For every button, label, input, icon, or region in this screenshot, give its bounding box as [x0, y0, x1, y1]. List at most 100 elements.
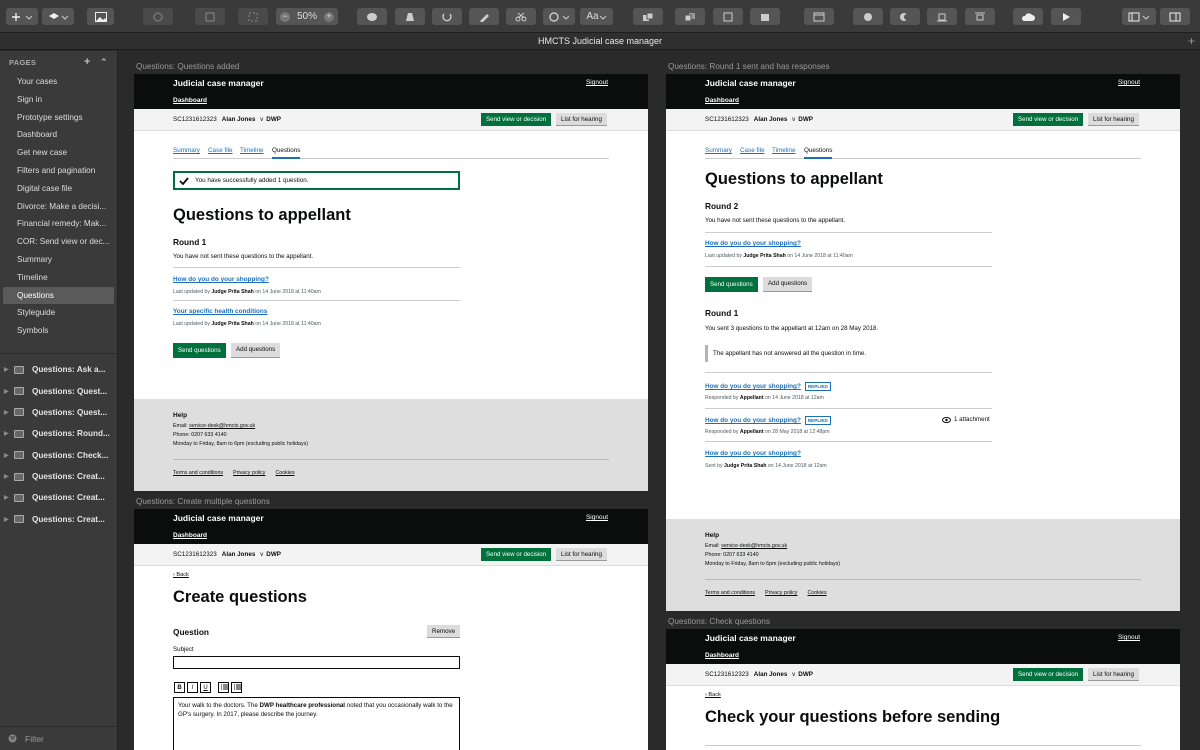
page-item[interactable]: Digital case file [0, 180, 117, 198]
disclosure-triangle-icon[interactable]: ▶ [4, 516, 14, 523]
page-item[interactable]: Prototype settings [0, 109, 117, 127]
signout-link[interactable]: Signout [1118, 79, 1140, 86]
attachment-indicator[interactable]: 1 attachment [942, 416, 990, 423]
page-item[interactable]: COR: Send view or dec... [0, 233, 117, 251]
page-item[interactable]: Dashboard [0, 126, 117, 144]
canvas[interactable]: Questions: Questions added Judicial case… [119, 51, 1200, 750]
artboard-item[interactable]: ▶ Questions: Round... [0, 423, 117, 444]
send-questions-button[interactable]: Send questions [705, 277, 758, 292]
add-page-icon[interactable]: + [84, 56, 91, 68]
tab-timeline[interactable]: Timeline [772, 147, 796, 154]
tab-summary[interactable]: Summary [173, 147, 200, 154]
signout-link[interactable]: Signout [586, 514, 608, 521]
footer-email-link[interactable]: service-desk@hmcts.gov.uk [189, 423, 255, 429]
tab-questions[interactable]: Questions [804, 147, 833, 159]
view-button[interactable] [1122, 8, 1156, 25]
mask-button[interactable] [713, 8, 743, 25]
disclosure-triangle-icon[interactable]: ▶ [4, 388, 14, 395]
page-item[interactable]: Financial remedy: Mak... [0, 215, 117, 233]
add-questions-button[interactable]: Add questions [231, 343, 281, 358]
flatten-button[interactable] [469, 8, 499, 25]
page-item[interactable]: Styleguide [0, 304, 117, 322]
artboard-item[interactable]: ▶ Questions: Creat... [0, 509, 117, 530]
list-hearing-button[interactable]: List for hearing [556, 548, 607, 561]
page-item[interactable]: Timeline [0, 269, 117, 287]
back-link[interactable]: ‹ Back [173, 572, 189, 578]
symbol-button[interactable] [143, 8, 173, 25]
rotate-button[interactable] [432, 8, 462, 25]
page-item[interactable]: Summary [0, 251, 117, 269]
page-item[interactable]: Symbols [0, 322, 117, 340]
disclosure-triangle-icon[interactable]: ▶ [4, 366, 14, 373]
subject-input[interactable] [173, 656, 460, 669]
tab-case-file[interactable]: Case file [740, 147, 765, 154]
zoom-control[interactable]: − 50% + [276, 8, 338, 25]
privacy-link[interactable]: Privacy policy [765, 590, 797, 596]
underline-button[interactable]: U [200, 682, 211, 693]
group-button[interactable] [195, 8, 225, 25]
artboard-create-multiple[interactable]: Judicial case manager Signout Dashboard … [134, 509, 648, 750]
remove-button[interactable]: Remove [427, 625, 461, 638]
artboard-label[interactable]: Questions: Round 1 sent and has response… [668, 62, 830, 71]
tab-timeline[interactable]: Timeline [240, 147, 264, 154]
add-questions-button[interactable]: Add questions [763, 277, 813, 292]
artboard-questions-added[interactable]: Judicial case manager Signout Dashboard … [134, 74, 648, 491]
artboard-item[interactable]: ▶ Questions: Check... [0, 445, 117, 466]
page-item[interactable]: Get new case [0, 144, 117, 162]
question-link[interactable]: How do you do your shopping? REPLIED [705, 382, 831, 391]
edit-button[interactable] [357, 8, 387, 25]
disclosure-triangle-icon[interactable]: ▶ [4, 494, 14, 501]
cloud-button[interactable] [1013, 8, 1043, 25]
send-view-button[interactable]: Send view or decision [481, 113, 552, 126]
inspector-button[interactable] [1160, 8, 1190, 25]
page-item[interactable]: Divorce: Make a decisi... [0, 198, 117, 216]
ungroup-button[interactable] [238, 8, 268, 25]
text-style-button[interactable]: Aa [580, 8, 613, 25]
play-button[interactable] [1051, 8, 1081, 25]
question-link[interactable]: How do you do your shopping? [705, 450, 801, 457]
question-link[interactable]: How do you do your shopping? REPLIED [705, 416, 831, 425]
footer-email-link[interactable]: service-desk@hmcts.gov.uk [721, 543, 787, 549]
numbered-list-button[interactable] [231, 682, 242, 693]
tab-questions[interactable]: Questions [272, 147, 301, 159]
artboard-round-1-sent[interactable]: Judicial case manager Signout Dashboard … [666, 74, 1180, 611]
align-button[interactable] [927, 8, 957, 25]
bold-button[interactable]: B [174, 682, 185, 693]
disclosure-triangle-icon[interactable]: ▶ [4, 430, 14, 437]
page-item[interactable]: Questions [3, 286, 114, 305]
filter-bar[interactable]: Filter [0, 726, 117, 750]
artboard-item[interactable]: ▶ Questions: Creat... [0, 487, 117, 508]
distribute-button[interactable] [965, 8, 995, 25]
italic-button[interactable]: I [187, 682, 198, 693]
cookies-link[interactable]: Cookies [275, 470, 294, 476]
union-button[interactable] [853, 8, 883, 25]
signout-link[interactable]: Signout [1118, 634, 1140, 641]
artboard-item[interactable]: ▶ Questions: Creat... [0, 466, 117, 487]
dashboard-link[interactable]: Dashboard [173, 97, 207, 104]
artboard-item[interactable]: ▶ Questions: Quest... [0, 402, 117, 423]
dashboard-link[interactable]: Dashboard [173, 532, 207, 539]
list-hearing-button[interactable]: List for hearing [1088, 668, 1139, 681]
disclosure-triangle-icon[interactable]: ▶ [4, 452, 14, 459]
forward-button[interactable] [633, 8, 663, 25]
preview-button[interactable] [804, 8, 834, 25]
disclosure-triangle-icon[interactable]: ▶ [4, 409, 14, 416]
signout-link[interactable]: Signout [586, 79, 608, 86]
image-button[interactable] [87, 8, 114, 25]
zoom-out-icon[interactable]: − [280, 11, 290, 22]
bullet-list-button[interactable] [218, 682, 229, 693]
privacy-link[interactable]: Privacy policy [233, 470, 265, 476]
layers-button[interactable] [42, 8, 74, 25]
send-questions-button[interactable]: Send questions [173, 343, 226, 358]
scissors-button[interactable] [506, 8, 536, 25]
insert-button[interactable] [6, 8, 38, 25]
artboard-label[interactable]: Questions: Create multiple questions [136, 497, 270, 506]
page-item[interactable]: Your cases [0, 73, 117, 91]
list-hearing-button[interactable]: List for hearing [1088, 113, 1139, 126]
disclosure-triangle-icon[interactable]: ▶ [4, 473, 14, 480]
transform-button[interactable] [395, 8, 425, 25]
artboard-item[interactable]: ▶ Questions: Quest... [0, 380, 117, 401]
backward-button[interactable] [675, 8, 705, 25]
terms-link[interactable]: Terms and conditions [173, 470, 223, 476]
scale-button[interactable] [750, 8, 780, 25]
